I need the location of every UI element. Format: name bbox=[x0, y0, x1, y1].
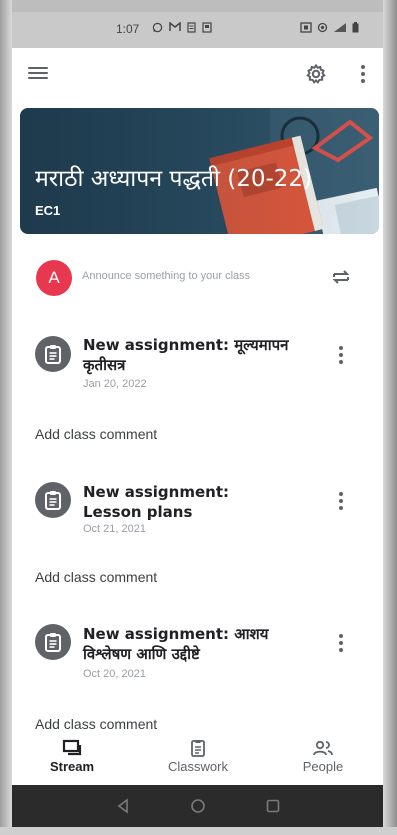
assignment-title: New assignment: Lesson plans bbox=[83, 483, 229, 521]
assignment-date: Jan 20, 2022 bbox=[83, 378, 147, 390]
whatsapp-icon bbox=[152, 22, 163, 36]
status-system-icons bbox=[300, 22, 359, 36]
repost-icon[interactable] bbox=[330, 266, 352, 288]
tab-stream[interactable]: Stream bbox=[17, 735, 127, 783]
add-class-comment[interactable]: Add class comment bbox=[35, 716, 157, 732]
assignment-title: New assignment: आशय विश्लेषण आणि उद्दीष्… bbox=[83, 625, 269, 663]
settings-icon[interactable] bbox=[304, 62, 328, 86]
announce-row[interactable]: A Announce something to your class bbox=[20, 256, 371, 300]
class-section: EC1 bbox=[35, 203, 61, 218]
class-title: मराठी अध्यापन पद्धती (20-22) bbox=[35, 166, 313, 192]
stream-item[interactable]: New assignment: मूल्यमापन कृतीसत्र Jan 2… bbox=[20, 328, 371, 396]
notification-icon bbox=[202, 22, 212, 36]
photo-frame-right bbox=[383, 0, 397, 835]
add-class-comment[interactable]: Add class comment bbox=[35, 569, 157, 585]
assignment-icon bbox=[35, 482, 71, 518]
bottom-navigation: Stream Classwork People bbox=[12, 735, 383, 783]
stream-icon bbox=[62, 739, 82, 756]
more-vert-icon[interactable] bbox=[358, 62, 368, 86]
app-bar bbox=[12, 48, 383, 100]
home-icon[interactable] bbox=[189, 797, 207, 815]
classwork-icon bbox=[191, 740, 205, 757]
status-time: 1:07 bbox=[116, 22, 140, 36]
tab-people-label: People bbox=[302, 759, 344, 774]
menu-icon[interactable] bbox=[28, 64, 48, 84]
tab-people[interactable]: People bbox=[268, 735, 378, 783]
signal-icon bbox=[333, 22, 347, 36]
tab-stream-label: Stream bbox=[49, 759, 95, 774]
more-vert-icon[interactable] bbox=[336, 490, 346, 512]
system-navigation-bar bbox=[12, 785, 383, 827]
more-vert-icon[interactable] bbox=[336, 344, 346, 366]
stream-item[interactable]: New assignment: आशय विश्लेषण आणि उद्दीष्… bbox=[20, 616, 371, 682]
battery-icon bbox=[352, 22, 359, 36]
assignment-icon bbox=[35, 336, 71, 372]
photo-frame-bottom bbox=[0, 827, 397, 835]
nfc-icon bbox=[300, 22, 312, 36]
more-vert-icon[interactable] bbox=[336, 632, 346, 654]
tab-classwork-label: Classwork bbox=[168, 759, 228, 774]
status-bar: 1:07 bbox=[12, 12, 383, 48]
photo-frame-left bbox=[0, 0, 12, 835]
gmail-icon bbox=[169, 21, 181, 36]
back-icon[interactable] bbox=[114, 797, 132, 815]
assignment-date: Oct 20, 2021 bbox=[83, 668, 146, 680]
avatar[interactable]: A bbox=[36, 260, 72, 296]
wifi-icon bbox=[317, 22, 328, 36]
notification-icon bbox=[187, 22, 196, 36]
assignment-date: Oct 21, 2021 bbox=[83, 523, 146, 535]
assignment-title: New assignment: मूल्यमापन कृतीसत्र bbox=[83, 336, 289, 374]
status-notification-icons bbox=[152, 21, 212, 36]
photo-frame-top bbox=[0, 0, 397, 12]
add-class-comment[interactable]: Add class comment bbox=[35, 426, 157, 442]
class-banner[interactable]: मराठी अध्यापन पद्धती (20-22) EC1 bbox=[20, 108, 379, 234]
recents-icon[interactable] bbox=[264, 797, 282, 815]
people-icon bbox=[313, 740, 333, 756]
announce-input[interactable]: Announce something to your class bbox=[82, 270, 250, 282]
tab-classwork[interactable]: Classwork bbox=[143, 735, 253, 783]
stream-item[interactable]: New assignment: Lesson plans Oct 21, 202… bbox=[20, 474, 371, 538]
assignment-icon bbox=[35, 624, 71, 660]
